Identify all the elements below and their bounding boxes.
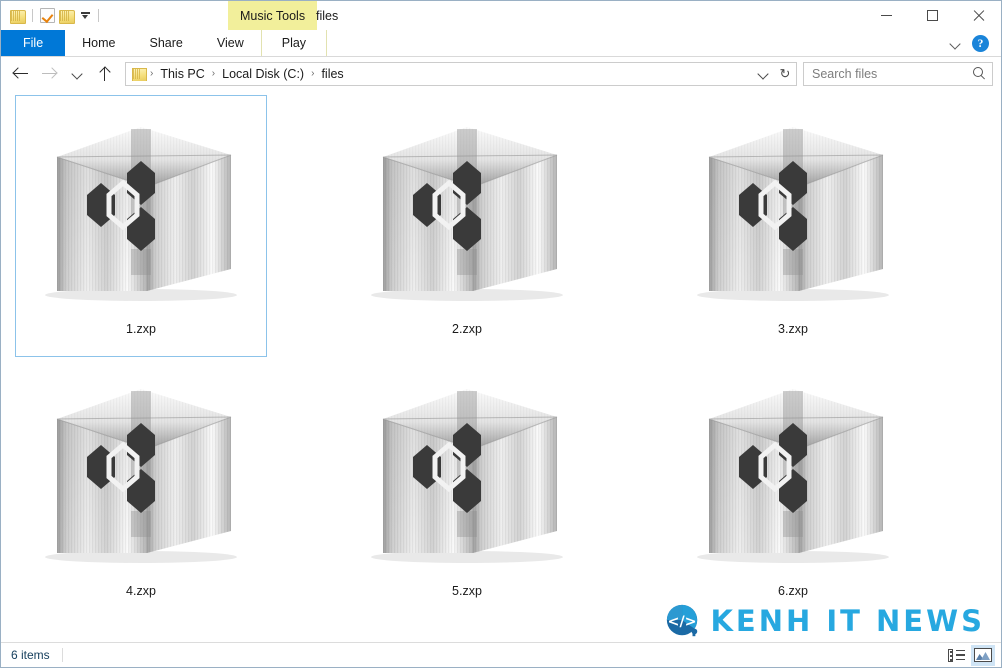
- close-button[interactable]: [955, 1, 1001, 30]
- search-icon[interactable]: [972, 66, 986, 81]
- file-item-3[interactable]: 3.zxp: [667, 95, 919, 357]
- maximize-icon: [926, 10, 938, 21]
- file-item-6[interactable]: 6.zxp: [667, 357, 919, 619]
- breadcrumb-item-local-disk[interactable]: Local Disk (C:): [216, 67, 310, 81]
- breadcrumb-item-this-pc[interactable]: This PC: [154, 67, 210, 81]
- ribbon-tab-bar: File Home Share View Play ?: [1, 30, 1001, 57]
- tab-share[interactable]: Share: [133, 30, 200, 56]
- file-item-2[interactable]: 2.zxp: [341, 95, 593, 357]
- chevron-down-icon: [756, 67, 770, 81]
- file-grid: 1.zxp 2.zxp 3.zxp 4.zxp 5.zxp 6.zxp: [15, 95, 1001, 619]
- status-divider: [61, 648, 63, 662]
- zxp-package-icon: [371, 127, 563, 301]
- zxp-package-icon: [697, 127, 889, 301]
- ribbon-right-controls: ?: [950, 30, 997, 57]
- tab-play[interactable]: Play: [260, 30, 328, 56]
- refresh-icon: ↻: [779, 66, 791, 81]
- file-name-label: 1.zxp: [126, 322, 156, 336]
- forward-button[interactable]: [35, 61, 63, 87]
- file-list-area[interactable]: 1.zxp 2.zxp 3.zxp 4.zxp 5.zxp 6.zxp </> …: [1, 90, 1001, 642]
- file-thumbnail: [360, 364, 574, 578]
- file-thumbnail: [686, 364, 900, 578]
- tab-view[interactable]: View: [200, 30, 261, 56]
- contextual-tab-group-label: Music Tools: [228, 1, 318, 30]
- file-name-label: 6.zxp: [778, 584, 808, 598]
- view-mode-buttons: [944, 644, 995, 666]
- arrow-right-icon: [41, 67, 57, 81]
- search-input[interactable]: [812, 66, 972, 81]
- recent-locations-button[interactable]: [63, 61, 91, 87]
- title-bar: Music Tools files: [1, 1, 1001, 30]
- file-item-5[interactable]: 5.zxp: [341, 357, 593, 619]
- properties-icon[interactable]: [40, 8, 55, 23]
- breadcrumb-bar[interactable]: › This PC › Local Disk (C:) › files ↻: [125, 61, 797, 86]
- breadcrumb-item-files[interactable]: files: [315, 67, 349, 81]
- chevron-down-icon[interactable]: [950, 38, 962, 50]
- refresh-button[interactable]: ↻: [774, 63, 796, 85]
- zxp-package-icon: [45, 389, 237, 563]
- file-thumbnail: [360, 102, 574, 316]
- up-button[interactable]: [91, 61, 119, 87]
- customize-dropdown-icon[interactable]: [80, 10, 91, 21]
- zxp-package-icon: [45, 127, 237, 301]
- window-title: files: [316, 8, 339, 23]
- help-icon[interactable]: ?: [972, 35, 989, 52]
- arrow-up-icon: [97, 66, 113, 81]
- close-icon: [972, 9, 985, 22]
- minimize-icon: [880, 15, 892, 16]
- status-bar: 6 items: [1, 642, 1001, 667]
- new-folder-icon[interactable]: [59, 9, 75, 24]
- details-view-button[interactable]: [944, 645, 968, 666]
- file-thumbnail: [34, 364, 248, 578]
- file-name-label: 5.zxp: [452, 584, 482, 598]
- quick-access-toolbar: [1, 1, 102, 30]
- arrow-left-icon: [13, 67, 29, 81]
- window-controls: [863, 1, 1001, 30]
- details-view-icon: [947, 648, 965, 662]
- search-box[interactable]: [803, 61, 993, 86]
- file-name-label: 2.zxp: [452, 322, 482, 336]
- breadcrumb: › This PC › Local Disk (C:) › files: [131, 67, 752, 81]
- folder-icon: [131, 67, 147, 81]
- toolbar-divider: [32, 9, 33, 22]
- back-button[interactable]: [7, 61, 35, 87]
- folder-icon[interactable]: [10, 9, 26, 24]
- tab-file[interactable]: File: [1, 30, 66, 56]
- file-thumbnail: [34, 102, 248, 316]
- previous-locations-button[interactable]: [752, 63, 774, 85]
- tab-home[interactable]: Home: [65, 30, 132, 56]
- zxp-package-icon: [697, 389, 889, 563]
- minimize-button[interactable]: [863, 1, 909, 30]
- file-thumbnail: [686, 102, 900, 316]
- maximize-button[interactable]: [909, 1, 955, 30]
- file-item-4[interactable]: 4.zxp: [15, 357, 267, 619]
- large-icons-view-button[interactable]: [971, 644, 995, 666]
- address-bar-buttons: ↻: [752, 63, 796, 85]
- file-name-label: 4.zxp: [126, 584, 156, 598]
- chevron-down-icon: [70, 67, 84, 81]
- zxp-package-icon: [371, 389, 563, 563]
- toolbar-divider: [98, 9, 99, 22]
- file-item-1[interactable]: 1.zxp: [15, 95, 267, 357]
- address-bar: › This PC › Local Disk (C:) › files ↻: [1, 57, 1001, 90]
- item-count-label: 6 items: [11, 648, 50, 662]
- file-name-label: 3.zxp: [778, 322, 808, 336]
- file-explorer-window: Music Tools files File Home Share View P…: [0, 0, 1002, 668]
- large-icons-view-icon: [974, 648, 992, 662]
